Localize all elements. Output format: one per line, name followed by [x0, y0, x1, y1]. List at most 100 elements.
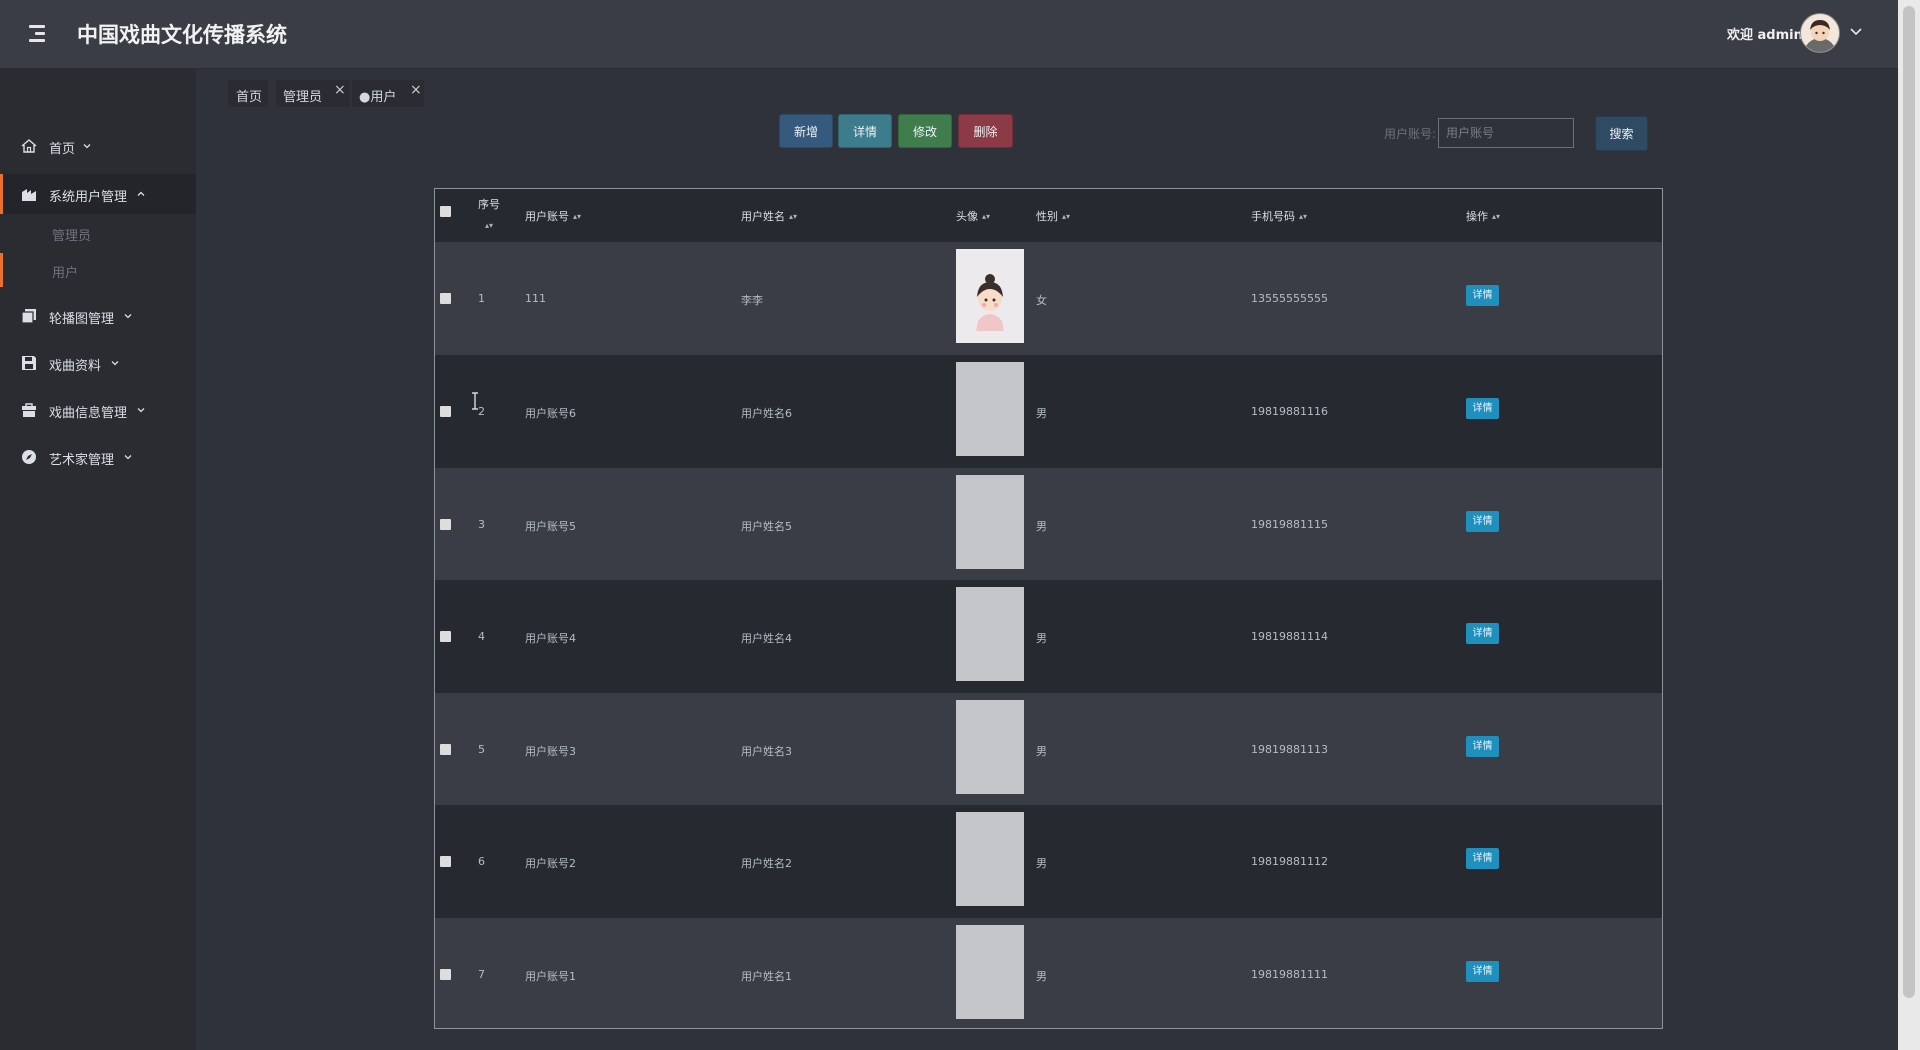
row-checkbox[interactable]	[440, 406, 451, 417]
column-header-phone[interactable]: 手机号码 ▴▾	[1251, 208, 1307, 224]
header-label: 操作	[1466, 210, 1488, 223]
detail-button[interactable]: 详情	[838, 114, 892, 148]
text-cursor-icon	[472, 392, 478, 410]
sort-icon[interactable]: ▴▾	[573, 212, 581, 221]
welcome-text: 欢迎 admin	[1727, 28, 1803, 43]
sidebar-item-label: 轮播图管理	[49, 312, 115, 327]
menu-toggle-icon[interactable]	[26, 22, 52, 46]
cell-phone: 13555555555	[1251, 292, 1328, 305]
row-checkbox[interactable]	[440, 969, 451, 980]
row-detail-button[interactable]: 详情	[1466, 511, 1499, 532]
avatar-placeholder[interactable]	[956, 475, 1024, 569]
edit-button[interactable]: 修改	[898, 114, 952, 148]
table-row[interactable]: 5 用户账号3 用户姓名3 男 19819881113 详情	[435, 693, 1662, 805]
cell-name: 用户姓名4	[741, 632, 792, 645]
scrollbar-thumb[interactable]	[1903, 6, 1915, 998]
chevron-down-icon	[124, 455, 132, 460]
sort-icon[interactable]: ▴▾	[982, 212, 990, 221]
sidebar-item-opera-info[interactable]: 戏曲信息管理	[0, 390, 196, 430]
avatar-placeholder[interactable]	[956, 362, 1024, 456]
search-label: 用户账号:	[1384, 127, 1437, 141]
row-checkbox[interactable]	[440, 744, 451, 755]
cell-gender: 男	[1036, 520, 1047, 533]
tab-user[interactable]: ●用户 ×	[352, 80, 424, 107]
cell-phone: 19819881112	[1251, 855, 1328, 868]
column-header-gender[interactable]: 性别 ▴▾	[1036, 208, 1070, 224]
header-label: 用户账号	[525, 210, 569, 223]
sidebar-item-system-users[interactable]: 系统用户管理	[0, 174, 196, 214]
sort-icon[interactable]: ▴▾	[1492, 212, 1500, 221]
column-header-account[interactable]: 用户账号 ▴▾	[525, 208, 581, 224]
cell-account: 用户账号4	[525, 632, 576, 645]
sort-icon[interactable]: ▴▾	[1062, 212, 1070, 221]
sidebar-subitem-admin[interactable]: 管理员	[0, 216, 196, 250]
avatar-placeholder[interactable]	[956, 925, 1024, 1019]
table-row[interactable]: 2 用户账号6 用户姓名6 男 19819881116 详情	[435, 355, 1662, 468]
cell-gender: 男	[1036, 407, 1047, 420]
sidebar-item-carousel[interactable]: 轮播图管理	[0, 296, 196, 336]
avatar-placeholder[interactable]	[956, 587, 1024, 681]
close-icon[interactable]: ×	[334, 82, 346, 98]
sidebar-subitem-user[interactable]: 用户	[0, 253, 196, 287]
sidebar-item-label: 戏曲信息管理	[49, 406, 128, 421]
sort-icon[interactable]: ▴▾	[789, 212, 797, 221]
row-checkbox[interactable]	[440, 631, 451, 642]
table-row[interactable]: 4 用户账号4 用户姓名4 男 19819881114 详情	[435, 580, 1662, 693]
row-checkbox[interactable]	[440, 293, 451, 304]
sort-icon[interactable]: ▴▾	[1299, 212, 1307, 221]
app-title: 中国戏曲文化传播系统	[77, 23, 287, 47]
add-button[interactable]: 新增	[779, 114, 833, 148]
column-header-name[interactable]: 用户姓名 ▴▾	[741, 208, 797, 224]
cell-gender: 男	[1036, 632, 1047, 645]
select-all-checkbox[interactable]	[440, 206, 451, 217]
column-header-index[interactable]: 序号 ▴▾	[478, 194, 500, 236]
sidebar-item-label: 戏曲资料	[49, 359, 102, 374]
cell-index: 4	[478, 630, 485, 643]
user-avatar[interactable]	[1800, 13, 1840, 53]
sidebar-item-opera-data[interactable]: 戏曲资料	[0, 343, 196, 383]
delete-button[interactable]: 删除	[958, 114, 1013, 148]
tab-label: 管理员	[283, 90, 323, 105]
cell-name: 用户姓名2	[741, 857, 792, 870]
tab-label: 首页	[236, 90, 263, 105]
tab-home[interactable]: 首页	[228, 80, 268, 107]
table-row[interactable]: 6 用户账号2 用户姓名2 男 19819881112 详情	[435, 805, 1662, 918]
cell-account: 用户账号3	[525, 745, 576, 758]
chevron-down-icon	[111, 361, 119, 366]
sort-icon[interactable]: ▴▾	[485, 215, 493, 236]
avatar-image[interactable]	[956, 249, 1024, 343]
sidebar-subitem-label: 管理员	[52, 229, 92, 244]
row-detail-button[interactable]: 详情	[1466, 736, 1499, 757]
column-header-avatar[interactable]: 头像 ▴▾	[956, 208, 990, 224]
sidebar-item-label: 艺术家管理	[49, 453, 115, 468]
table-row[interactable]: 1 111 李李 女 13555555555 详情	[435, 242, 1662, 355]
cell-index: 7	[478, 968, 485, 981]
row-detail-button[interactable]: 详情	[1466, 398, 1499, 419]
table-row[interactable]: 7 用户账号1 用户姓名1 男 19819881111 详情	[435, 918, 1662, 1028]
search-input[interactable]	[1438, 118, 1574, 148]
tab-label: ●用户	[359, 90, 397, 105]
copy-icon	[21, 309, 36, 324]
cell-name: 用户姓名3	[741, 745, 792, 758]
tab-admin[interactable]: 管理员 ×	[276, 80, 350, 107]
avatar-placeholder[interactable]	[956, 700, 1024, 794]
chevron-down-icon	[124, 314, 132, 319]
row-checkbox[interactable]	[440, 519, 451, 530]
avatar-placeholder[interactable]	[956, 812, 1024, 906]
row-detail-button[interactable]: 详情	[1466, 848, 1499, 869]
top-bar: 中国戏曲文化传播系统 欢迎 admin	[0, 0, 1898, 69]
row-detail-button[interactable]: 详情	[1466, 623, 1499, 644]
table-row[interactable]: 3 用户账号5 用户姓名5 男 19819881115 详情	[435, 468, 1662, 580]
header-label: 性别	[1036, 210, 1058, 223]
sidebar-item-home[interactable]: 首页	[0, 126, 196, 166]
chevron-down-icon[interactable]	[1849, 24, 1863, 38]
close-icon[interactable]: ×	[410, 82, 422, 98]
column-header-action[interactable]: 操作 ▴▾	[1466, 208, 1500, 224]
row-detail-button[interactable]: 详情	[1466, 285, 1499, 306]
sidebar-item-label: 首页	[49, 142, 76, 157]
search-button[interactable]: 搜索	[1595, 116, 1648, 151]
chevron-down-icon	[137, 408, 145, 413]
row-detail-button[interactable]: 详情	[1466, 961, 1499, 982]
row-checkbox[interactable]	[440, 856, 451, 867]
sidebar-item-artist[interactable]: 艺术家管理	[0, 437, 196, 477]
